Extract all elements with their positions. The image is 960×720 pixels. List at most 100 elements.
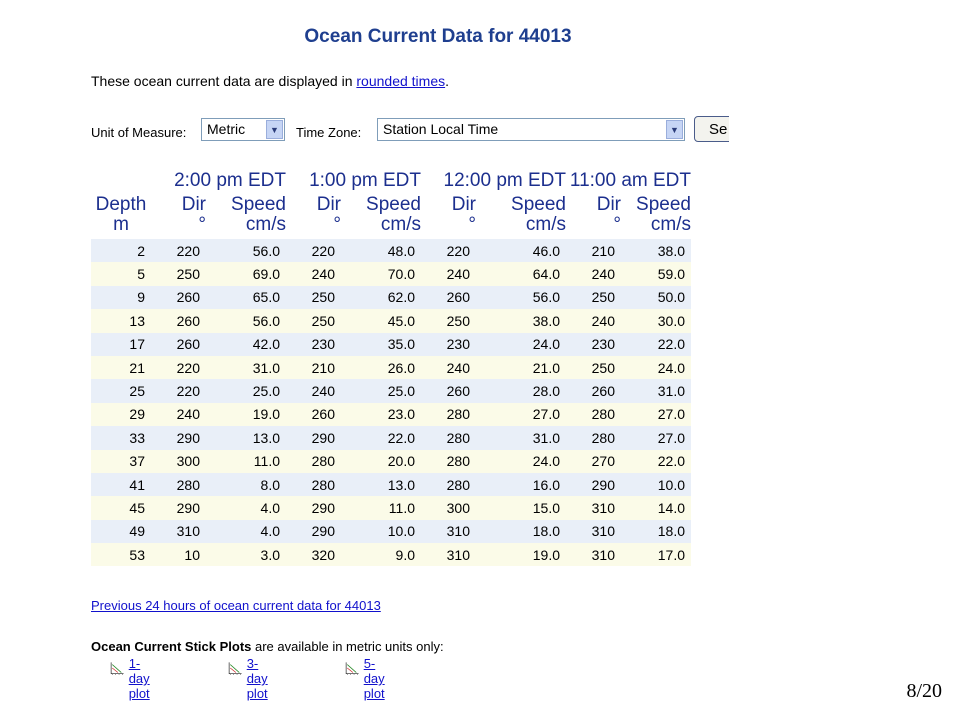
unit-of-measure-select[interactable]: Metric ▼ bbox=[201, 118, 285, 141]
dir-cell: 210 bbox=[566, 239, 621, 263]
intro-end: . bbox=[445, 73, 449, 89]
time-zone-select[interactable]: Station Local Time ▼ bbox=[377, 118, 685, 141]
dir-cell: 220 bbox=[151, 355, 206, 380]
stick-plots-title: Ocean Current Stick Plots bbox=[91, 639, 252, 654]
dir-cell: 240 bbox=[286, 262, 341, 286]
depth-cell: 53 bbox=[91, 543, 151, 567]
dir-cell: 10 bbox=[151, 543, 206, 567]
stick-plot-icon[interactable] bbox=[228, 656, 243, 680]
time-header: 11:00 am EDT bbox=[569, 170, 691, 191]
dir-cell: 300 bbox=[421, 496, 476, 520]
speed-cell: 56.0 bbox=[206, 239, 286, 263]
ocean-current-table: 2:00 pm EDT 1:00 pm EDT 12:00 pm EDT 11:… bbox=[91, 170, 691, 567]
chevron-down-icon[interactable]: ▼ bbox=[266, 120, 283, 139]
speed-cell: 19.0 bbox=[476, 543, 566, 567]
speed-cell: 59.0 bbox=[621, 262, 691, 286]
table-row: 33 290 13.0 290 22.0 280 31.0 280 27.0 bbox=[91, 426, 691, 450]
dir-cell: 310 bbox=[421, 519, 476, 544]
speed-cell: 15.0 bbox=[476, 496, 566, 520]
speed-cell: 14.0 bbox=[621, 496, 691, 520]
speed-cell: 20.0 bbox=[341, 449, 421, 473]
dir-cell: 310 bbox=[151, 519, 206, 544]
unit-of-measure-value: Metric bbox=[207, 121, 246, 137]
dir-cell: 290 bbox=[286, 496, 341, 520]
dir-cell: 290 bbox=[286, 519, 341, 544]
plot-link-1-day[interactable]: 1-day plot bbox=[129, 656, 161, 701]
dir-cell: 310 bbox=[566, 543, 621, 567]
speed-cell: 50.0 bbox=[621, 285, 691, 310]
plot-link-5-day[interactable]: 5-day plot bbox=[364, 656, 396, 701]
speed-cell: 16.0 bbox=[476, 472, 566, 497]
dir-cell: 240 bbox=[421, 262, 476, 286]
dir-cell: 250 bbox=[566, 355, 621, 380]
dir-cell: 220 bbox=[151, 379, 206, 403]
plot-link-3-day[interactable]: 3-day plot bbox=[247, 656, 279, 701]
speed-cell: 18.0 bbox=[476, 519, 566, 544]
depth-cell: 21 bbox=[91, 355, 151, 380]
dir-cell: 290 bbox=[286, 426, 341, 450]
page-title: Ocean Current Data for 44013 bbox=[304, 26, 572, 47]
stick-plot-icon[interactable] bbox=[345, 656, 360, 680]
table-row: 37 300 11.0 280 20.0 280 24.0 270 22.0 bbox=[91, 449, 691, 473]
dir-cell: 300 bbox=[151, 449, 206, 473]
speed-cell: 24.0 bbox=[476, 332, 566, 356]
dir-cell: 260 bbox=[566, 379, 621, 403]
plot-1-day[interactable]: 1-day plot bbox=[110, 656, 161, 701]
speed-cell: 56.0 bbox=[206, 309, 286, 333]
time-header: 1:00 pm EDT bbox=[309, 170, 421, 191]
dir-cell: 260 bbox=[421, 379, 476, 403]
dir-cell: 310 bbox=[566, 519, 621, 544]
plot-3-day[interactable]: 3-day plot bbox=[228, 656, 279, 701]
speed-cell: 13.0 bbox=[341, 472, 421, 497]
controls-bar: Unit of Measure: Metric ▼ Time Zone: Sta… bbox=[91, 116, 729, 150]
depth-header: Depth m bbox=[95, 194, 147, 235]
speed-cell: 31.0 bbox=[621, 379, 691, 403]
speed-cell: 4.0 bbox=[206, 496, 286, 520]
dir-cell: 250 bbox=[151, 262, 206, 286]
speed-cell: 24.0 bbox=[476, 449, 566, 473]
intro-text: These ocean current data are displayed i… bbox=[91, 73, 449, 89]
depth-cell: 41 bbox=[91, 472, 151, 497]
stick-plots-text: are available in metric units only: bbox=[251, 639, 444, 654]
speed-cell: 10.0 bbox=[341, 519, 421, 544]
table-row: 45 290 4.0 290 11.0 300 15.0 310 14.0 bbox=[91, 496, 691, 520]
depth-cell: 17 bbox=[91, 332, 151, 356]
dir-cell: 280 bbox=[421, 449, 476, 473]
dir-cell: 230 bbox=[566, 332, 621, 356]
chevron-down-icon[interactable]: ▼ bbox=[666, 120, 683, 139]
table-row: 2 220 56.0 220 48.0 220 46.0 210 38.0 bbox=[91, 239, 691, 263]
plot-5-day[interactable]: 5-day plot bbox=[345, 656, 396, 701]
speed-cell: 27.0 bbox=[476, 402, 566, 427]
speed-cell: 9.0 bbox=[341, 543, 421, 567]
dir-cell: 280 bbox=[286, 449, 341, 473]
speed-header: Speed cm/s bbox=[231, 194, 286, 235]
dir-cell: 310 bbox=[421, 543, 476, 567]
stick-plot-icon[interactable] bbox=[110, 656, 125, 680]
speed-cell: 69.0 bbox=[206, 262, 286, 286]
rounded-times-link[interactable]: rounded times bbox=[356, 73, 445, 89]
table-row: 21 220 31.0 210 26.0 240 21.0 250 24.0 bbox=[91, 355, 691, 380]
dir-cell: 290 bbox=[566, 472, 621, 497]
speed-cell: 13.0 bbox=[206, 426, 286, 450]
dir-cell: 230 bbox=[286, 332, 341, 356]
dir-cell: 310 bbox=[566, 496, 621, 520]
speed-cell: 27.0 bbox=[621, 426, 691, 450]
depth-cell: 33 bbox=[91, 426, 151, 450]
page-number: 8/20 bbox=[906, 680, 942, 702]
dir-cell: 240 bbox=[566, 309, 621, 333]
dir-cell: 210 bbox=[286, 355, 341, 380]
table-row: 49 310 4.0 290 10.0 310 18.0 310 18.0 bbox=[91, 519, 691, 544]
speed-cell: 18.0 bbox=[621, 519, 691, 544]
depth-cell: 9 bbox=[91, 285, 151, 310]
dir-cell: 220 bbox=[421, 239, 476, 263]
speed-header: Speed cm/s bbox=[511, 194, 566, 235]
speed-cell: 8.0 bbox=[206, 472, 286, 497]
table-row: 13 260 56.0 250 45.0 250 38.0 240 30.0 bbox=[91, 309, 691, 333]
set-button[interactable]: Se bbox=[694, 116, 729, 142]
previous-24-hours-link[interactable]: Previous 24 hours of ocean current data … bbox=[91, 598, 381, 613]
speed-cell: 4.0 bbox=[206, 519, 286, 544]
dir-cell: 280 bbox=[421, 472, 476, 497]
table-row: 5 250 69.0 240 70.0 240 64.0 240 59.0 bbox=[91, 262, 691, 286]
unit-of-measure-label: Unit of Measure: bbox=[91, 125, 187, 140]
dir-cell: 240 bbox=[151, 402, 206, 427]
